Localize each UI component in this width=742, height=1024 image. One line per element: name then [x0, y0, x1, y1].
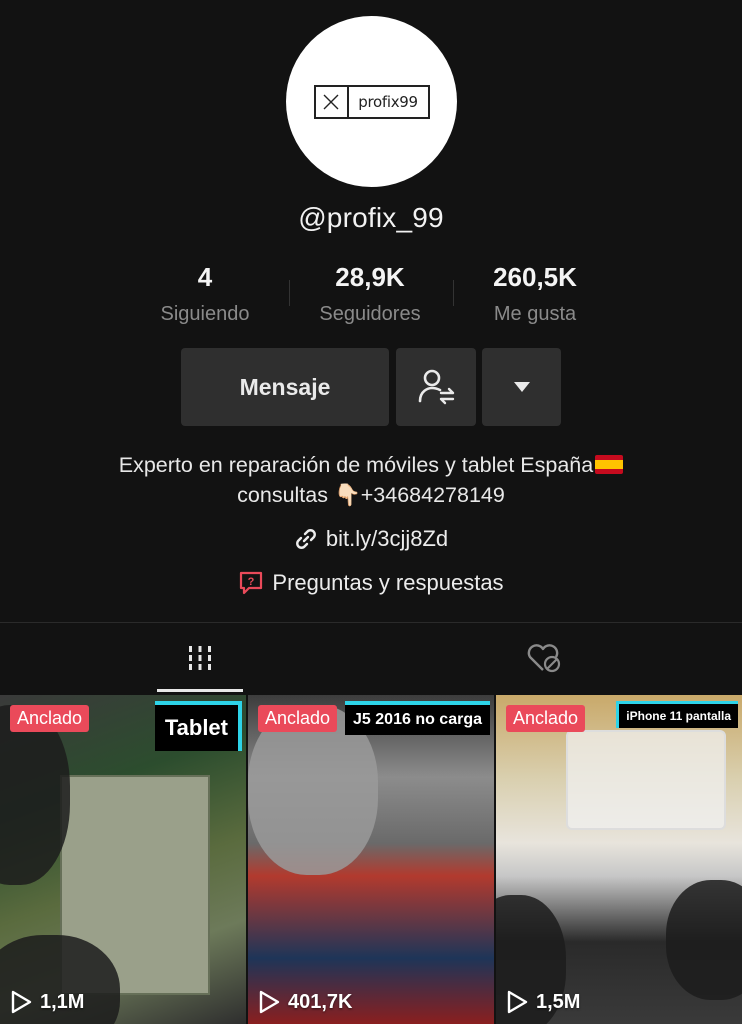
- video-overlay-text: J5 2016 no carga: [345, 701, 490, 735]
- pinned-badge: Anclado: [10, 705, 90, 732]
- pointing-down-emoji: 👇🏻: [333, 483, 361, 507]
- video-tile[interactable]: Anclado J5 2016 no carga 401,7K: [248, 695, 494, 1024]
- video-overlay-text: Tablet: [154, 701, 242, 751]
- profile-bio: Experto en reparación de móviles y table…: [0, 450, 742, 510]
- avatar-logo-text: profix99: [358, 92, 418, 111]
- video-views: 1,5M: [506, 990, 580, 1014]
- heart-lock-icon: [527, 644, 561, 673]
- stat-followers-label: Seguidores: [319, 303, 421, 325]
- tab-active-indicator: [157, 689, 243, 692]
- video-views: 401,7K: [258, 990, 353, 1014]
- qa-label: Preguntas y respuestas: [272, 570, 504, 595]
- pinned-badge: Anclado: [258, 705, 338, 732]
- question-bubble-icon: ?: [240, 571, 263, 595]
- bio-line-2: consultas 👇🏻+34684278149: [0, 480, 742, 510]
- tabs-divider: [0, 622, 742, 623]
- profile-username: @profix_99: [298, 202, 444, 233]
- tab-videos[interactable]: [157, 623, 243, 693]
- stat-likes[interactable]: 260,5K Me gusta: [450, 262, 620, 326]
- video-views: 1,1M: [10, 990, 84, 1014]
- more-options-button[interactable]: [482, 348, 561, 426]
- caret-down-icon: [513, 382, 530, 392]
- tile-thumbnail-detail: [566, 730, 726, 830]
- play-icon: [259, 990, 280, 1014]
- video-tile[interactable]: Anclado iPhone 11 pantalla 1,5M: [496, 695, 742, 1024]
- profile-link[interactable]: bit.ly/3cjj8Zd: [0, 526, 742, 552]
- tile-thumbnail-detail: [666, 880, 742, 1000]
- stat-following[interactable]: 4 Siguiendo: [120, 262, 290, 326]
- logo-x-icon: [316, 86, 349, 117]
- video-overlay-text: iPhone 11 pantalla: [616, 701, 738, 728]
- pinned-badge: Anclado: [506, 705, 586, 732]
- bio-line-1-text: Experto en reparación de móviles y table…: [118, 453, 594, 477]
- tab-liked[interactable]: [500, 623, 586, 693]
- stat-followers[interactable]: 28,9K Seguidores: [285, 262, 455, 326]
- grid-icon: [189, 646, 211, 670]
- bio-phone: +34684278149: [360, 483, 505, 507]
- play-icon: [507, 990, 528, 1014]
- video-views-count: 401,7K: [288, 990, 353, 1013]
- stat-likes-value: 260,5K: [493, 262, 577, 292]
- stat-following-value: 4: [197, 262, 213, 292]
- video-views-count: 1,1M: [40, 990, 85, 1013]
- spain-flag-icon: [595, 455, 624, 474]
- bio-line-1: Experto en reparación de móviles y table…: [0, 450, 742, 480]
- video-tile[interactable]: Anclado Tablet 1,1M: [0, 695, 246, 1024]
- user-swap-icon: [418, 369, 455, 405]
- avatar-logo: profix99: [313, 84, 430, 119]
- svg-text:?: ?: [248, 576, 255, 588]
- stat-followers-value: 28,9K: [335, 262, 405, 292]
- stat-following-label: Siguiendo: [160, 303, 250, 325]
- follow-toggle-button[interactable]: [396, 348, 476, 426]
- bio-line-2-prefix: consultas: [237, 483, 334, 507]
- video-grid: Anclado Tablet 1,1M Anclado J5 2016 no c…: [0, 695, 742, 1024]
- stat-likes-label: Me gusta: [493, 303, 577, 325]
- qa-link[interactable]: ? Preguntas y respuestas: [0, 570, 742, 596]
- profile-link-text: bit.ly/3cjj8Zd: [325, 526, 449, 551]
- video-views-count: 1,5M: [536, 990, 581, 1013]
- message-button[interactable]: Mensaje: [181, 348, 389, 426]
- profile-avatar[interactable]: profix99: [286, 16, 457, 187]
- play-icon: [11, 990, 32, 1014]
- link-icon: [295, 529, 316, 549]
